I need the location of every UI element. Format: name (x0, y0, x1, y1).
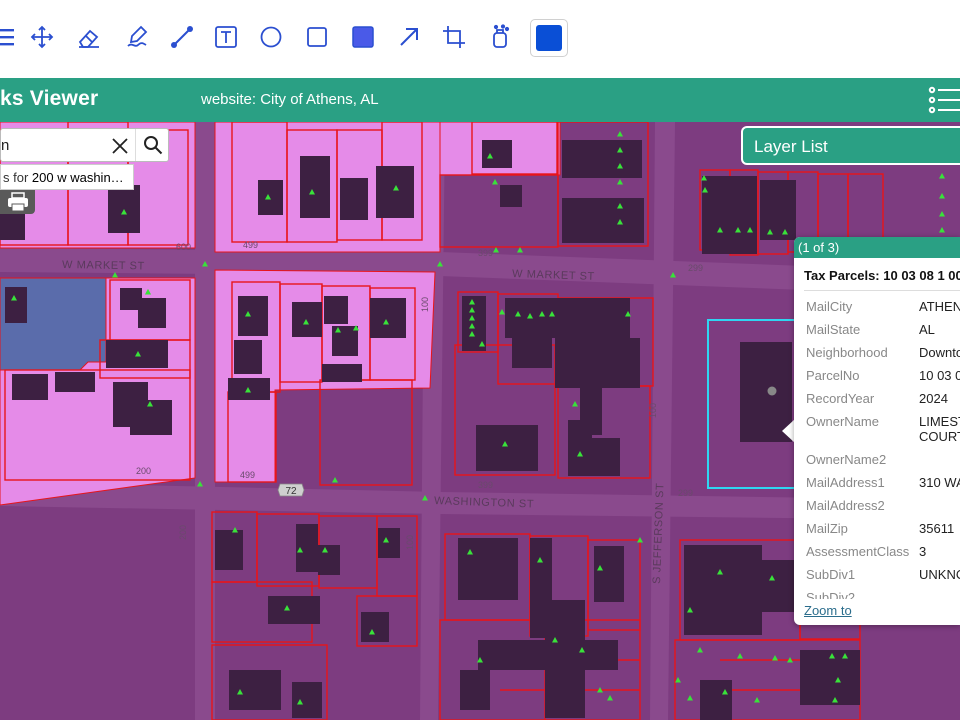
popup-field-value: 2024 (919, 391, 948, 406)
address-label: 499 (240, 470, 255, 480)
search-widget (0, 128, 169, 162)
feature-popup: (1 of 3) Tax Parcels: 10 03 08 1 00 Mail… (794, 237, 960, 625)
suggestion-prefix: s for (3, 170, 32, 185)
layers-list-button[interactable] (926, 84, 960, 116)
popup-field-key: ParcelNo (806, 368, 860, 383)
popup-field-value: ATHEN (919, 299, 960, 314)
popup-field-value: Downto (919, 345, 960, 360)
route-shield-icon: 72 (277, 483, 305, 497)
suggestion-query: 200 w washin… (31, 170, 124, 185)
color-picker-button[interactable] (530, 19, 568, 57)
address-label: 399 (478, 480, 493, 490)
search-suggestion[interactable]: s for 200 w washin… (0, 164, 134, 190)
freehand-tool-button[interactable] (121, 20, 155, 54)
popup-field-value: 35611 (919, 521, 955, 536)
active-color-swatch (536, 25, 562, 51)
layer-list-panel[interactable]: Layer List (743, 128, 960, 163)
popup-header: (1 of 3) (794, 237, 960, 258)
website-label: website: City of Athens, AL (201, 91, 379, 108)
eraser-tool-button[interactable] (72, 20, 106, 54)
popup-field-key: MailZip (806, 521, 848, 536)
print-button[interactable] (0, 190, 35, 214)
address-label: 100 (405, 535, 415, 550)
filled-rectangle-tool-button[interactable] (346, 20, 380, 54)
list-icon (0, 29, 14, 46)
circle-tool-button[interactable] (254, 20, 288, 54)
line-tool-button[interactable] (165, 20, 199, 54)
bucket-icon (493, 24, 510, 48)
popup-field-key: AssessmentClass (806, 544, 910, 559)
eraser-icon (78, 29, 99, 48)
popup-field-key: SubDiv1 (806, 567, 856, 582)
line-icon (171, 26, 193, 48)
circle-icon (260, 26, 282, 48)
list-tool-button[interactable] (0, 20, 20, 54)
popup-field-key: OwnerName (806, 414, 879, 429)
address-label: 100 (420, 297, 430, 312)
move-icon (30, 25, 54, 49)
filled-rectangle-icon (352, 26, 374, 48)
crop-tool-button[interactable] (437, 20, 471, 54)
address-label: 200 (178, 525, 188, 540)
popup-fields[interactable]: MailCity ATHEN MailState AL Neighborhood Down… (794, 299, 960, 599)
street-label-w-market-left: W MARKET ST (62, 259, 145, 272)
text-tool-button[interactable] (209, 20, 243, 54)
popup-field-key: OwnerName2 (806, 452, 887, 467)
address-label: 600 (176, 242, 191, 252)
popup-field-key: MailAddress1 (806, 475, 885, 490)
popup-field-value: AL (919, 322, 935, 337)
address-label: 100 (648, 403, 658, 418)
search-button[interactable] (135, 129, 170, 161)
address-label: 299 (688, 263, 703, 273)
address-label: 499 (243, 240, 258, 250)
popup-field-value: LIMESTCOURT (919, 414, 960, 444)
popup-feature-count: (1 of 3) (798, 240, 840, 255)
freehand-icon (127, 25, 148, 47)
text-icon (215, 26, 237, 48)
rectangle-icon (307, 27, 327, 47)
search-input[interactable] (1, 135, 106, 155)
popup-field-key: MailAddress2 (806, 498, 885, 513)
popup-field-value: 3 (919, 544, 927, 559)
popup-field-key: SubDiv2 (806, 590, 856, 599)
clear-search-button[interactable] (109, 135, 131, 157)
rectangle-tool-button[interactable] (300, 20, 334, 54)
app-header: ks Viewer website: City of Athens, AL (0, 78, 960, 122)
popup-title: Tax Parcels: 10 03 08 1 00 (804, 268, 960, 283)
arrow-icon (400, 28, 418, 46)
app-title: ks Viewer (0, 87, 99, 110)
popup-field-key: MailCity (806, 299, 853, 314)
popup-field-value: 310 WA (919, 475, 960, 490)
popup-field-value: 10 03 0 (919, 368, 960, 383)
route-number: 72 (285, 486, 297, 497)
address-label: 399 (478, 248, 493, 258)
close-icon (112, 138, 128, 154)
layer-list-title: Layer List (754, 137, 828, 156)
move-tool-button[interactable] (25, 20, 59, 54)
zoom-to-link[interactable]: Zoom to (804, 603, 852, 618)
popup-field-key: MailState (806, 322, 861, 337)
drawing-toolbar (0, 0, 960, 78)
print-icon (7, 192, 28, 212)
popup-field-key: RecordYear (806, 391, 875, 406)
search-icon (144, 136, 163, 155)
bucket-tool-button[interactable] (483, 20, 517, 54)
popup-divider (804, 290, 960, 291)
address-label: 200 (136, 466, 151, 476)
address-label: 299 (678, 488, 693, 498)
layers-list-icon (928, 86, 960, 114)
parcel-center-point (767, 386, 777, 396)
crop-icon (443, 26, 465, 48)
popup-field-value: UNKNO (919, 567, 960, 582)
popup-field-key: Neighborhood (806, 345, 888, 360)
arrow-tool-button[interactable] (392, 20, 426, 54)
